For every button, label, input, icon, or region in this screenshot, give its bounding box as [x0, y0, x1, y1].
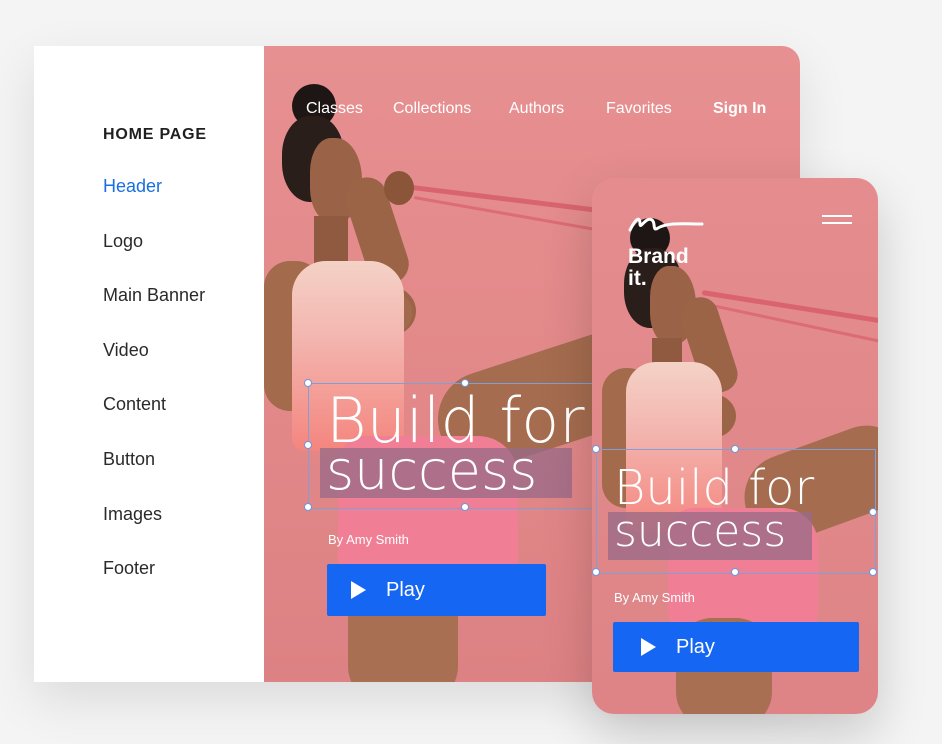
- brand-line2: it.: [628, 267, 647, 290]
- sidebar-heading: HOME PAGE: [103, 126, 207, 143]
- mobile-byline: By Amy Smith: [614, 590, 695, 605]
- nav-favorites[interactable]: Favorites: [606, 100, 672, 118]
- nav-authors[interactable]: Authors: [509, 100, 564, 118]
- mobile-play-button-label: Play: [676, 635, 715, 658]
- nav-collections[interactable]: Collections: [393, 100, 471, 118]
- sidebar-item-video[interactable]: Video: [103, 340, 149, 361]
- brand-line1: Brand: [628, 245, 689, 268]
- sidebar-item-content[interactable]: Content: [103, 394, 166, 415]
- resize-handle[interactable]: [592, 568, 600, 576]
- resize-handle[interactable]: [304, 503, 312, 511]
- sidebar-item-header[interactable]: Header: [103, 176, 162, 197]
- resize-handle[interactable]: [869, 568, 877, 576]
- nav-classes[interactable]: Classes: [306, 100, 363, 118]
- mobile-play-button[interactable]: Play: [613, 622, 859, 672]
- play-button[interactable]: Play: [327, 564, 546, 616]
- sidebar-item-main-banner[interactable]: Main Banner: [103, 285, 205, 306]
- menu-icon[interactable]: [822, 215, 852, 229]
- sidebar-item-footer[interactable]: Footer: [103, 558, 155, 579]
- brand-logo-icon: [628, 217, 704, 232]
- sidebar-item-logo[interactable]: Logo: [103, 231, 143, 252]
- resize-handle[interactable]: [592, 445, 600, 453]
- mobile-headline-line1: Build for: [614, 460, 815, 516]
- brand-name: Brand it.: [628, 246, 708, 290]
- mobile-headline-line2: success: [614, 506, 787, 557]
- hero-byline: By Amy Smith: [328, 532, 409, 547]
- resize-handle[interactable]: [461, 503, 469, 511]
- play-icon: [351, 581, 366, 599]
- resize-handle[interactable]: [869, 508, 877, 516]
- sidebar-item-button[interactable]: Button: [103, 449, 155, 470]
- resize-handle[interactable]: [304, 441, 312, 449]
- sign-in-link[interactable]: Sign In: [713, 100, 766, 118]
- sidebar-item-images[interactable]: Images: [103, 504, 162, 525]
- resize-handle[interactable]: [304, 379, 312, 387]
- hero-headline-line2: success: [326, 439, 538, 502]
- resize-handle[interactable]: [731, 445, 739, 453]
- play-icon: [641, 638, 656, 656]
- play-button-label: Play: [386, 578, 425, 601]
- mobile-preview: Brand it. Build for success By Amy Smith…: [592, 178, 878, 714]
- sidebar: HOME PAGE Header Logo Main Banner Video …: [34, 46, 264, 682]
- resize-handle[interactable]: [731, 568, 739, 576]
